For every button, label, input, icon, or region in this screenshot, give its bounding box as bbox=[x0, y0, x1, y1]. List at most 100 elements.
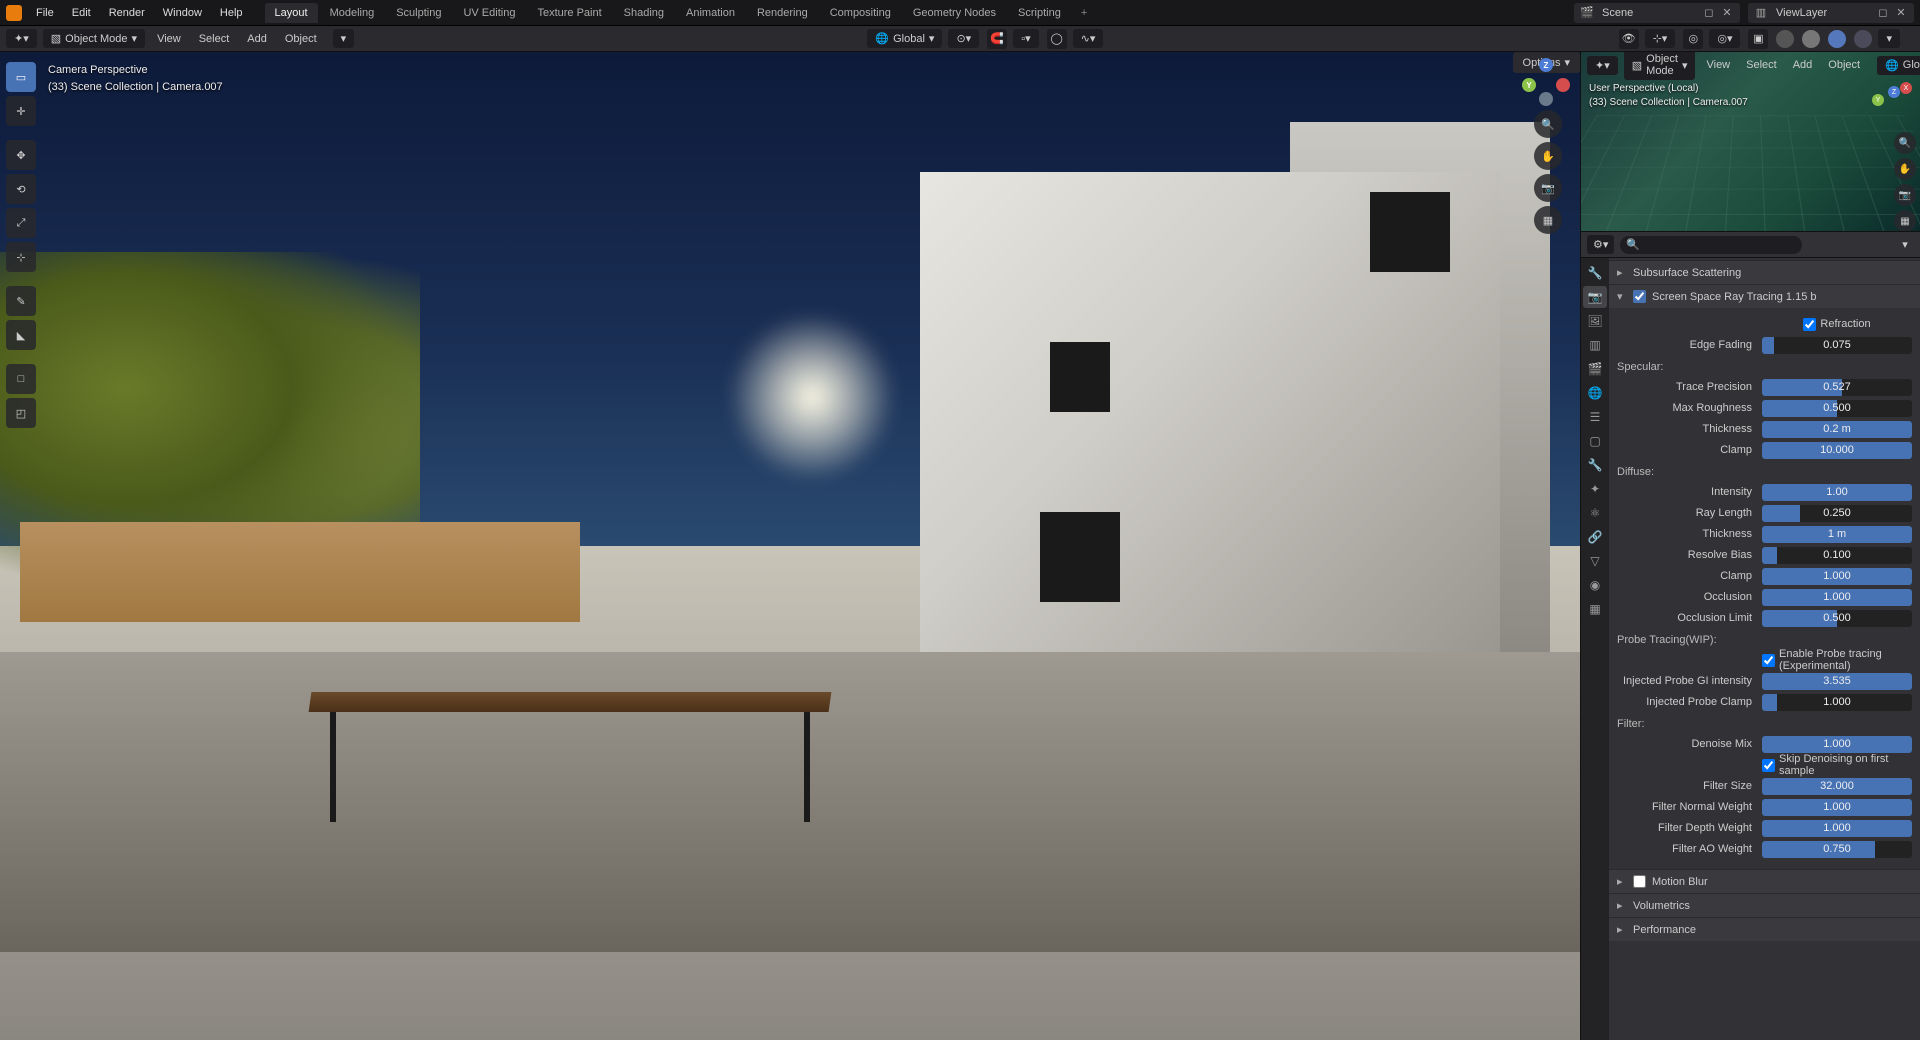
tab-shading[interactable]: Shading bbox=[614, 3, 674, 23]
filter-depth-slider[interactable]: 1.000 bbox=[1762, 820, 1912, 837]
tab-constraints-icon[interactable]: 🔗 bbox=[1583, 526, 1607, 548]
filter-normal-slider[interactable]: 1.000 bbox=[1762, 799, 1912, 816]
skip-denoise-checkbox[interactable] bbox=[1762, 759, 1775, 772]
shading-material[interactable] bbox=[1828, 30, 1846, 48]
occlusion-slider[interactable]: 1.000 bbox=[1762, 589, 1912, 606]
properties-pin-dropdown[interactable]: ⚙▾ bbox=[1587, 235, 1614, 254]
menu-edit[interactable]: Edit bbox=[64, 3, 99, 23]
snap-toggle[interactable]: 🧲 bbox=[987, 29, 1007, 49]
add-workspace-button[interactable]: + bbox=[1073, 3, 1095, 23]
ray-length-slider[interactable]: 0.250 bbox=[1762, 505, 1912, 522]
tab-render-icon[interactable]: 📷 bbox=[1583, 286, 1607, 308]
scene-name-input[interactable] bbox=[1598, 5, 1698, 21]
panel-motion-blur[interactable]: Motion Blur bbox=[1609, 869, 1920, 893]
panel-performance[interactable]: Performance bbox=[1609, 917, 1920, 941]
max-roughness-slider[interactable]: 0.500 bbox=[1762, 400, 1912, 417]
scene-new-icon[interactable]: ✕ bbox=[1720, 6, 1734, 20]
tab-modifiers-icon[interactable]: 🔧 bbox=[1583, 454, 1607, 476]
mini-global-dropdown[interactable]: 🌐 Global bbox=[1877, 56, 1920, 75]
overlays-dropdown[interactable]: ◎▾ bbox=[1709, 29, 1740, 48]
zoom-button[interactable]: 🔍 bbox=[1534, 110, 1562, 138]
tab-scripting[interactable]: Scripting bbox=[1008, 3, 1071, 23]
diffuse-clamp-slider[interactable]: 1.000 bbox=[1762, 568, 1912, 585]
denoise-mix-slider[interactable]: 1.000 bbox=[1762, 736, 1912, 753]
viewlayer-new-icon[interactable]: ✕ bbox=[1894, 6, 1908, 20]
tab-viewlayer-icon[interactable]: ▥ bbox=[1583, 334, 1607, 356]
trace-precision-slider[interactable]: 0.527 bbox=[1762, 379, 1912, 396]
xray-toggle[interactable]: ▣ bbox=[1748, 29, 1768, 49]
mini-select-menu[interactable]: Select bbox=[1741, 56, 1782, 74]
gizmo-dropdown[interactable]: ⊹▾ bbox=[1645, 29, 1676, 48]
probe-enable-checkbox[interactable] bbox=[1762, 654, 1775, 667]
mini-editor-type-dropdown[interactable]: ✦▾ bbox=[1587, 56, 1618, 75]
secondary-3d-viewport[interactable]: ✦▾ ▧ Object Mode ▾ View Select Add Objec… bbox=[1581, 52, 1920, 232]
probe-enable-row[interactable]: Enable Probe tracing (Experimental) bbox=[1762, 648, 1912, 672]
scene-browse-icon[interactable]: ◻ bbox=[1702, 6, 1716, 20]
ssrt-enable-checkbox[interactable] bbox=[1633, 290, 1646, 303]
pan-button[interactable]: ✋ bbox=[1534, 142, 1562, 170]
axis-x[interactable] bbox=[1556, 78, 1570, 92]
axis-neg[interactable] bbox=[1539, 92, 1553, 106]
menu-file[interactable]: File bbox=[28, 3, 62, 23]
tab-animation[interactable]: Animation bbox=[676, 3, 745, 23]
annotate-tool[interactable]: ✎ bbox=[6, 286, 36, 316]
tab-world-icon[interactable]: 🌐 bbox=[1583, 382, 1607, 404]
properties-filter-dropdown[interactable]: ▾ bbox=[1896, 236, 1914, 254]
3d-viewport[interactable]: Options ▾ ▭ ✛ ✥ ⟲ ⤢ ⊹ ✎ ◣ bbox=[0, 52, 1580, 1040]
tab-sculpting[interactable]: Sculpting bbox=[386, 3, 451, 23]
viewlayer-browse-icon[interactable]: ◻ bbox=[1876, 6, 1890, 20]
occlusion-limit-slider[interactable]: 0.500 bbox=[1762, 610, 1912, 627]
probe-gi-slider[interactable]: 3.535 bbox=[1762, 673, 1912, 690]
visibility-toggle[interactable]: 👁 bbox=[1619, 29, 1639, 49]
menu-render[interactable]: Render bbox=[101, 3, 153, 23]
scene-selector[interactable]: 🎬 ◻ ✕ bbox=[1574, 3, 1740, 23]
measure-tool[interactable]: ◣ bbox=[6, 320, 36, 350]
proportional-dropdown[interactable]: ∿▾ bbox=[1073, 29, 1104, 48]
tab-object-icon[interactable]: ▢ bbox=[1583, 430, 1607, 452]
cursor-tool[interactable]: ✛ bbox=[6, 96, 36, 126]
tab-modeling[interactable]: Modeling bbox=[320, 3, 385, 23]
properties-search-input[interactable] bbox=[1620, 236, 1802, 254]
tool-settings-dropdown[interactable]: ▾ bbox=[333, 29, 355, 48]
tab-uvediting[interactable]: UV Editing bbox=[453, 3, 525, 23]
menu-window[interactable]: Window bbox=[155, 3, 210, 23]
select-box-tool[interactable]: ▭ bbox=[6, 62, 36, 92]
filter-ao-slider[interactable]: 0.750 bbox=[1762, 841, 1912, 858]
mini-camera-button[interactable]: 📷 bbox=[1894, 184, 1916, 206]
probe-clamp-slider[interactable]: 1.000 bbox=[1762, 694, 1912, 711]
select-menu[interactable]: Select bbox=[193, 30, 236, 48]
skip-denoise-row[interactable]: Skip Denoising on first sample bbox=[1762, 753, 1912, 777]
object-menu[interactable]: Object bbox=[279, 30, 323, 48]
mini-pan-button[interactable]: ✋ bbox=[1894, 158, 1916, 180]
thickness-slider[interactable]: 0.2 m bbox=[1762, 421, 1912, 438]
mode-dropdown[interactable]: ▧ Object Mode ▾ bbox=[43, 29, 145, 48]
refraction-checkbox[interactable] bbox=[1803, 318, 1816, 331]
clamp-slider[interactable]: 10.000 bbox=[1762, 442, 1912, 459]
axis-z[interactable]: Z bbox=[1539, 58, 1553, 72]
scale-tool[interactable]: ⤢ bbox=[6, 208, 36, 238]
diffuse-thickness-slider[interactable]: 1 m bbox=[1762, 526, 1912, 543]
tab-texturepaint[interactable]: Texture Paint bbox=[527, 3, 611, 23]
editor-type-dropdown[interactable]: ✦▾ bbox=[6, 29, 37, 48]
tab-compositing[interactable]: Compositing bbox=[820, 3, 901, 23]
mini-object-menu[interactable]: Object bbox=[1823, 56, 1865, 74]
motion-blur-checkbox[interactable] bbox=[1633, 875, 1646, 888]
axis-y[interactable]: Y bbox=[1522, 78, 1536, 92]
diffuse-intensity-slider[interactable]: 1.00 bbox=[1762, 484, 1912, 501]
resolve-bias-slider[interactable]: 0.100 bbox=[1762, 547, 1912, 564]
tab-output-icon[interactable]: 🖼 bbox=[1583, 310, 1607, 332]
panel-volumetrics[interactable]: Volumetrics bbox=[1609, 893, 1920, 917]
tab-physics-icon[interactable]: ⚛ bbox=[1583, 502, 1607, 524]
tab-rendering[interactable]: Rendering bbox=[747, 3, 818, 23]
shading-wireframe[interactable] bbox=[1776, 30, 1794, 48]
overlays-toggle[interactable]: ◎ bbox=[1683, 29, 1703, 49]
proportional-toggle[interactable]: ◯ bbox=[1047, 29, 1067, 49]
perspective-toggle-button[interactable]: ▦ bbox=[1534, 206, 1562, 234]
mini-persp-button[interactable]: ▦ bbox=[1894, 210, 1916, 232]
transform-tool[interactable]: ⊹ bbox=[6, 242, 36, 272]
orbit-gizmo[interactable]: Z Y bbox=[1526, 62, 1566, 102]
mini-view-menu[interactable]: View bbox=[1701, 56, 1735, 74]
mini-add-menu[interactable]: Add bbox=[1788, 56, 1818, 74]
properties-body[interactable]: Subsurface Scattering Screen Space Ray T… bbox=[1609, 258, 1920, 1040]
add-primitive-tool[interactable]: □ bbox=[6, 364, 36, 394]
